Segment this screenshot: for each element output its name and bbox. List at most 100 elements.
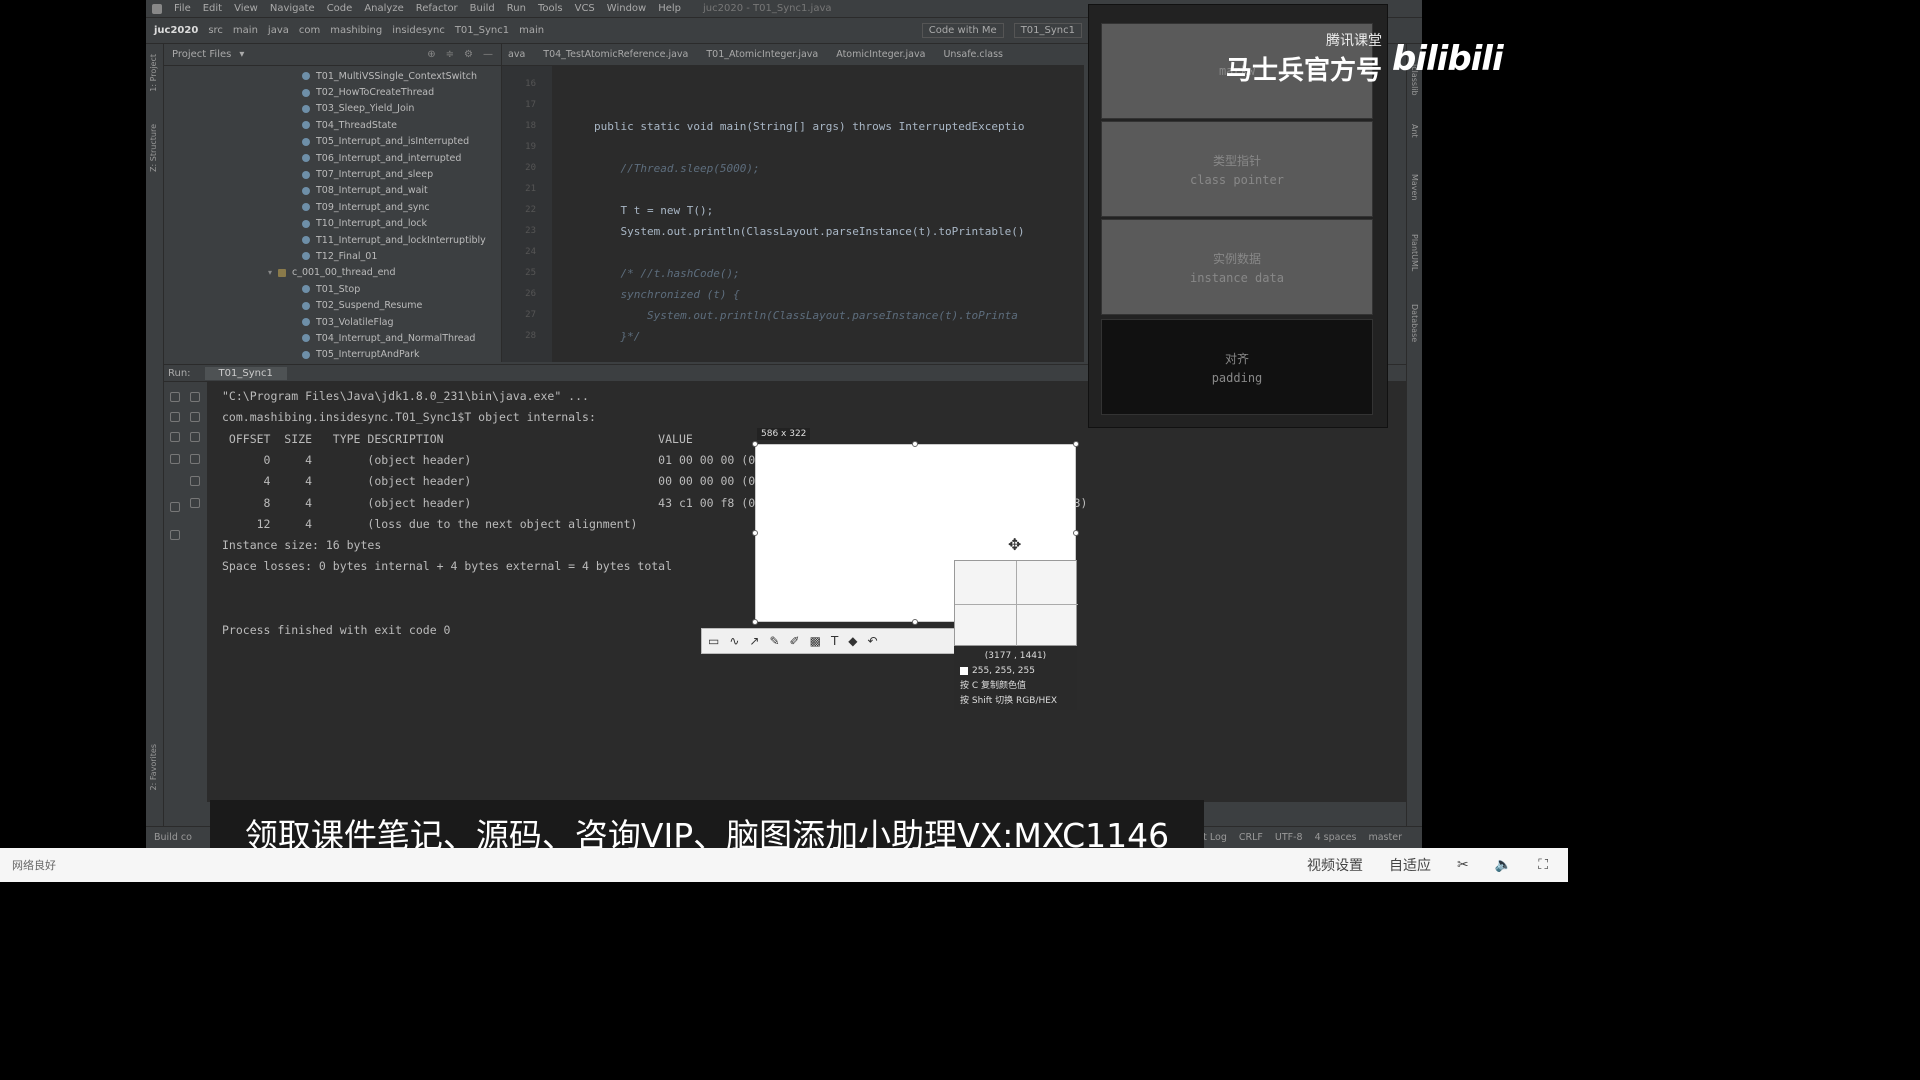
- tab-atomicinteger[interactable]: AtomicInteger.java: [836, 49, 925, 60]
- tree-item[interactable]: T01_MultiVSSingle_ContextSwitch: [164, 68, 502, 84]
- fullscreen-icon[interactable]: ⛶: [1538, 857, 1548, 873]
- tree-item[interactable]: T05_Interrupt_and_isInterrupted: [164, 134, 502, 150]
- menu-window[interactable]: Window: [607, 3, 646, 14]
- tree-item[interactable]: T07_Interrupt_and_sleep: [164, 166, 502, 182]
- structure-tool-tab[interactable]: Z: Structure: [149, 124, 158, 172]
- menu-code[interactable]: Code: [327, 3, 353, 14]
- tree-item[interactable]: T04_Interrupt_and_NormalThread: [164, 330, 502, 346]
- resize-handle[interactable]: [752, 530, 758, 536]
- breadcrumb-insidesync[interactable]: insidesync: [392, 25, 445, 36]
- breadcrumb-src[interactable]: src: [208, 25, 223, 36]
- pin-icon[interactable]: [170, 530, 180, 540]
- breadcrumb-main[interactable]: main: [233, 25, 258, 36]
- breadcrumb-mashibing[interactable]: mashibing: [330, 25, 382, 36]
- menu-run[interactable]: Run: [507, 3, 526, 14]
- marker-tool-icon[interactable]: ✐: [790, 634, 800, 648]
- trash-icon[interactable]: [190, 498, 200, 508]
- print-icon[interactable]: [190, 476, 200, 486]
- resize-handle[interactable]: [752, 441, 758, 447]
- chevron-down-icon[interactable]: ▾: [239, 49, 244, 60]
- menu-edit[interactable]: Edit: [203, 3, 222, 14]
- arrow-tool-icon[interactable]: ↗: [749, 634, 759, 648]
- eraser-tool-icon[interactable]: ◆: [848, 634, 857, 648]
- collapse-icon[interactable]: ≑: [446, 49, 454, 60]
- menu-help[interactable]: Help: [658, 3, 681, 14]
- tree-item[interactable]: T10_Interrupt_and_lock: [164, 216, 502, 232]
- resize-handle[interactable]: [912, 619, 918, 625]
- text-tool-icon[interactable]: T: [831, 634, 838, 648]
- tree-item[interactable]: T11_Interrupt_and_lockInterruptibly: [164, 232, 502, 248]
- menu-view[interactable]: View: [234, 3, 258, 14]
- ant-tool-tab[interactable]: Ant: [1410, 124, 1419, 138]
- tree-item[interactable]: T02_Suspend_Resume: [164, 297, 502, 313]
- gear-icon[interactable]: ⚙: [464, 49, 473, 60]
- globe-icon[interactable]: ⊕: [427, 49, 435, 60]
- encoding[interactable]: UTF-8: [1275, 832, 1303, 843]
- video-settings-button[interactable]: 视频设置: [1307, 855, 1363, 875]
- minimize-icon[interactable]: —: [483, 49, 493, 60]
- screenshot-icon[interactable]: ✂: [1457, 857, 1469, 873]
- tree-item[interactable]: T02_HowToCreateThread: [164, 84, 502, 100]
- chevron-down-icon[interactable]: ▾: [268, 268, 278, 277]
- code-editor[interactable]: ava T04_TestAtomicReference.java T01_Ato…: [502, 44, 1084, 362]
- menu-build[interactable]: Build: [470, 3, 495, 14]
- breadcrumb-project[interactable]: juc2020: [154, 25, 198, 36]
- resize-handle[interactable]: [912, 441, 918, 447]
- down-icon[interactable]: [190, 412, 200, 422]
- tree-item[interactable]: T03_VolatileFlag: [164, 314, 502, 330]
- run-tab[interactable]: T01_Sync1: [204, 366, 287, 380]
- project-view-select[interactable]: Project Files: [172, 49, 231, 60]
- tree-item[interactable]: T01_Stop: [164, 281, 502, 297]
- plantuml-tool-tab[interactable]: PlantUML: [1410, 234, 1419, 271]
- menu-file[interactable]: File: [174, 3, 191, 14]
- breadcrumb-method[interactable]: main: [519, 25, 544, 36]
- wrap-icon[interactable]: [190, 432, 200, 442]
- tree-item[interactable]: ▾ c_001_00_thread_end: [164, 265, 502, 281]
- settings-icon[interactable]: [170, 454, 180, 464]
- run-config-select[interactable]: T01_Sync1: [1013, 23, 1082, 38]
- stop-icon[interactable]: [170, 412, 180, 422]
- adaptive-quality-button[interactable]: 自适应: [1389, 855, 1431, 875]
- line-separator[interactable]: CRLF: [1239, 832, 1263, 843]
- menu-vcs[interactable]: VCS: [575, 3, 595, 14]
- layout-icon[interactable]: [170, 502, 180, 512]
- indent[interactable]: 4 spaces: [1315, 832, 1357, 843]
- tab-unsafe[interactable]: Unsafe.class: [943, 49, 1003, 60]
- volume-icon[interactable]: 🔈: [1495, 857, 1512, 873]
- resize-handle[interactable]: [1073, 530, 1079, 536]
- tab-testatomicreference[interactable]: T04_TestAtomicReference.java: [543, 49, 688, 60]
- breadcrumb-com[interactable]: com: [299, 25, 320, 36]
- breadcrumb-class[interactable]: T01_Sync1: [455, 25, 509, 36]
- tree-item[interactable]: T05_InterruptAndPark: [164, 347, 502, 363]
- tree-item[interactable]: T09_Interrupt_and_sync: [164, 199, 502, 215]
- tree-item[interactable]: T03_Sleep_Yield_Join: [164, 101, 502, 117]
- tree-item[interactable]: T12_Final_01: [164, 248, 502, 264]
- up-icon[interactable]: [190, 392, 200, 402]
- tree-item[interactable]: T06_Interrupt_and_interrupted: [164, 150, 502, 166]
- pen-tool-icon[interactable]: ✎: [769, 634, 779, 648]
- resize-handle[interactable]: [752, 619, 758, 625]
- tree-item[interactable]: T08_Interrupt_and_wait: [164, 183, 502, 199]
- favorites-tool-tab[interactable]: 2: Favorites: [149, 744, 158, 790]
- maven-tool-tab[interactable]: Maven: [1410, 174, 1419, 201]
- camera-icon[interactable]: [170, 432, 180, 442]
- menu-tools[interactable]: Tools: [538, 3, 563, 14]
- code-with-me-button[interactable]: Code with Me: [921, 23, 1004, 38]
- tab-atomicinteger-t01[interactable]: T01_AtomicInteger.java: [706, 49, 818, 60]
- line-tool-icon[interactable]: ∿: [729, 634, 739, 648]
- build-status[interactable]: Build co: [154, 832, 192, 843]
- menu-analyze[interactable]: Analyze: [364, 3, 403, 14]
- resize-handle[interactable]: [1073, 441, 1079, 447]
- git-branch[interactable]: master: [1368, 832, 1402, 843]
- tab-partial[interactable]: ava: [508, 49, 525, 60]
- undo-icon[interactable]: ↶: [868, 634, 878, 648]
- mosaic-tool-icon[interactable]: ▩: [810, 634, 821, 648]
- breadcrumb-java[interactable]: java: [268, 25, 289, 36]
- rerun-icon[interactable]: [170, 392, 180, 402]
- tree-item[interactable]: T04_ThreadState: [164, 117, 502, 133]
- menu-navigate[interactable]: Navigate: [270, 3, 315, 14]
- menu-refactor[interactable]: Refactor: [416, 3, 458, 14]
- project-tool-tab[interactable]: 1: Project: [149, 54, 158, 92]
- database-tool-tab[interactable]: Database: [1410, 304, 1419, 342]
- scroll-end-icon[interactable]: [190, 454, 200, 464]
